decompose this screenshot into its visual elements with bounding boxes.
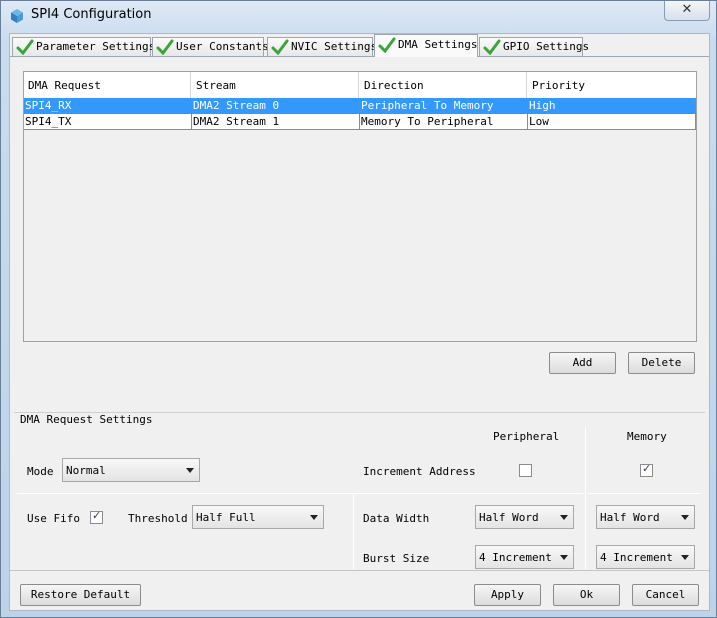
increment-peripheral-checkbox[interactable] xyxy=(519,464,532,477)
delete-button[interactable]: Delete xyxy=(628,352,695,374)
cell-stream: DMA2 Stream 1 xyxy=(192,114,360,130)
tab-user-constants[interactable]: User Constants xyxy=(152,37,269,57)
tab-label: User Constants xyxy=(176,40,269,53)
divider xyxy=(17,493,583,494)
check-icon xyxy=(156,39,174,55)
data-width-memory-select[interactable]: Half Word xyxy=(596,505,695,529)
tab-gpio-settings[interactable]: GPIO Settings xyxy=(479,37,589,57)
increment-address-label: Increment Address xyxy=(363,465,476,478)
dma-request-settings-group: DMA Request Settings Peripheral Memory M… xyxy=(14,412,705,570)
title-bar[interactable]: SPI4 Configuration ✕ xyxy=(1,1,716,31)
tab-label: Parameter Settings xyxy=(36,40,156,53)
table-row[interactable]: SPI4_TX DMA2 Stream 1 Memory To Peripher… xyxy=(24,114,696,130)
peripheral-header: Peripheral xyxy=(493,430,560,443)
chevron-down-icon xyxy=(310,515,318,520)
chevron-down-icon xyxy=(681,515,689,520)
column-divider xyxy=(353,494,354,570)
divider xyxy=(588,493,701,494)
tab-label: GPIO Settings xyxy=(503,40,590,53)
ok-button[interactable]: Ok xyxy=(553,584,620,606)
column-divider xyxy=(585,427,586,570)
use-fifo-checkbox[interactable]: ✓ xyxy=(90,509,103,524)
app-cube-icon xyxy=(11,9,23,23)
table-row[interactable]: SPI4_RX DMA2 Stream 0 Peripheral To Memo… xyxy=(24,98,696,114)
data-width-peripheral-select[interactable]: Half Word xyxy=(475,505,574,529)
group-title: DMA Request Settings xyxy=(20,413,157,426)
cell-dma-request: SPI4_RX xyxy=(24,98,192,114)
data-width-label: Data Width xyxy=(363,512,430,525)
check-icon xyxy=(271,39,289,55)
chevron-down-icon xyxy=(186,468,194,473)
checkmark-icon: ✓ xyxy=(642,462,652,475)
tab-dma-settings[interactable]: DMA Settings xyxy=(374,34,478,57)
spi4-configuration-dialog: SPI4 Configuration ✕ Parameter Settings … xyxy=(0,0,717,618)
cancel-button[interactable]: Cancel xyxy=(632,584,699,606)
restore-default-button[interactable]: Restore Default xyxy=(20,584,141,606)
cell-direction: Memory To Peripheral xyxy=(360,114,528,130)
apply-button[interactable]: Apply xyxy=(474,584,541,606)
dma-settings-page: DMA Request Stream Direction Priority SP… xyxy=(10,56,709,571)
close-button[interactable]: ✕ xyxy=(664,1,710,21)
tab-bar: Parameter Settings User Constants NVIC S… xyxy=(10,34,709,57)
column-header-stream[interactable]: Stream xyxy=(192,72,359,98)
cell-priority: High xyxy=(528,98,696,114)
checkmark-icon: ✓ xyxy=(92,509,102,522)
chevron-down-icon xyxy=(681,555,689,560)
chevron-down-icon xyxy=(560,515,568,520)
threshold-label: Threshold xyxy=(128,512,188,525)
tab-nvic-settings[interactable]: NVIC Settings xyxy=(267,37,377,57)
memory-header: Memory xyxy=(627,430,667,443)
data-width-memory-value: Half Word xyxy=(600,511,660,524)
mode-value: Normal xyxy=(66,464,106,477)
check-icon xyxy=(483,39,501,55)
burst-size-memory-value: 4 Increment xyxy=(600,551,673,564)
threshold-select[interactable]: Half Full xyxy=(192,505,324,529)
table-header: DMA Request Stream Direction Priority xyxy=(24,72,696,98)
cell-direction: Peripheral To Memory xyxy=(360,98,528,114)
burst-size-memory-select[interactable]: 4 Increment xyxy=(596,545,695,569)
threshold-value: Half Full xyxy=(196,511,256,524)
tab-parameter-settings[interactable]: Parameter Settings xyxy=(12,37,155,57)
add-button[interactable]: Add xyxy=(549,352,616,374)
column-header-dma-request[interactable]: DMA Request xyxy=(24,72,191,98)
burst-size-peripheral-value: 4 Increment xyxy=(479,551,552,564)
window-title: SPI4 Configuration xyxy=(31,7,152,22)
mode-select[interactable]: Normal xyxy=(62,458,200,482)
mode-label: Mode xyxy=(27,465,54,478)
burst-size-peripheral-select[interactable]: 4 Increment xyxy=(475,545,574,569)
cell-stream: DMA2 Stream 0 xyxy=(192,98,360,114)
column-header-priority[interactable]: Priority xyxy=(528,72,696,98)
tab-label: NVIC Settings xyxy=(291,40,378,53)
use-fifo-label: Use Fifo xyxy=(27,512,80,525)
cell-priority: Low xyxy=(528,114,696,130)
cell-dma-request: SPI4_TX xyxy=(24,114,192,130)
check-icon xyxy=(378,37,396,53)
dma-request-table[interactable]: DMA Request Stream Direction Priority SP… xyxy=(23,71,697,342)
burst-size-label: Burst Size xyxy=(363,552,430,565)
column-header-direction[interactable]: Direction xyxy=(360,72,527,98)
close-icon: ✕ xyxy=(681,2,693,17)
check-icon xyxy=(16,39,34,55)
increment-memory-checkbox[interactable]: ✓ xyxy=(640,462,653,477)
data-width-peripheral-value: Half Word xyxy=(479,511,539,524)
tab-label: DMA Settings xyxy=(398,38,478,51)
dialog-body: Parameter Settings User Constants NVIC S… xyxy=(9,33,710,611)
chevron-down-icon xyxy=(560,555,568,560)
